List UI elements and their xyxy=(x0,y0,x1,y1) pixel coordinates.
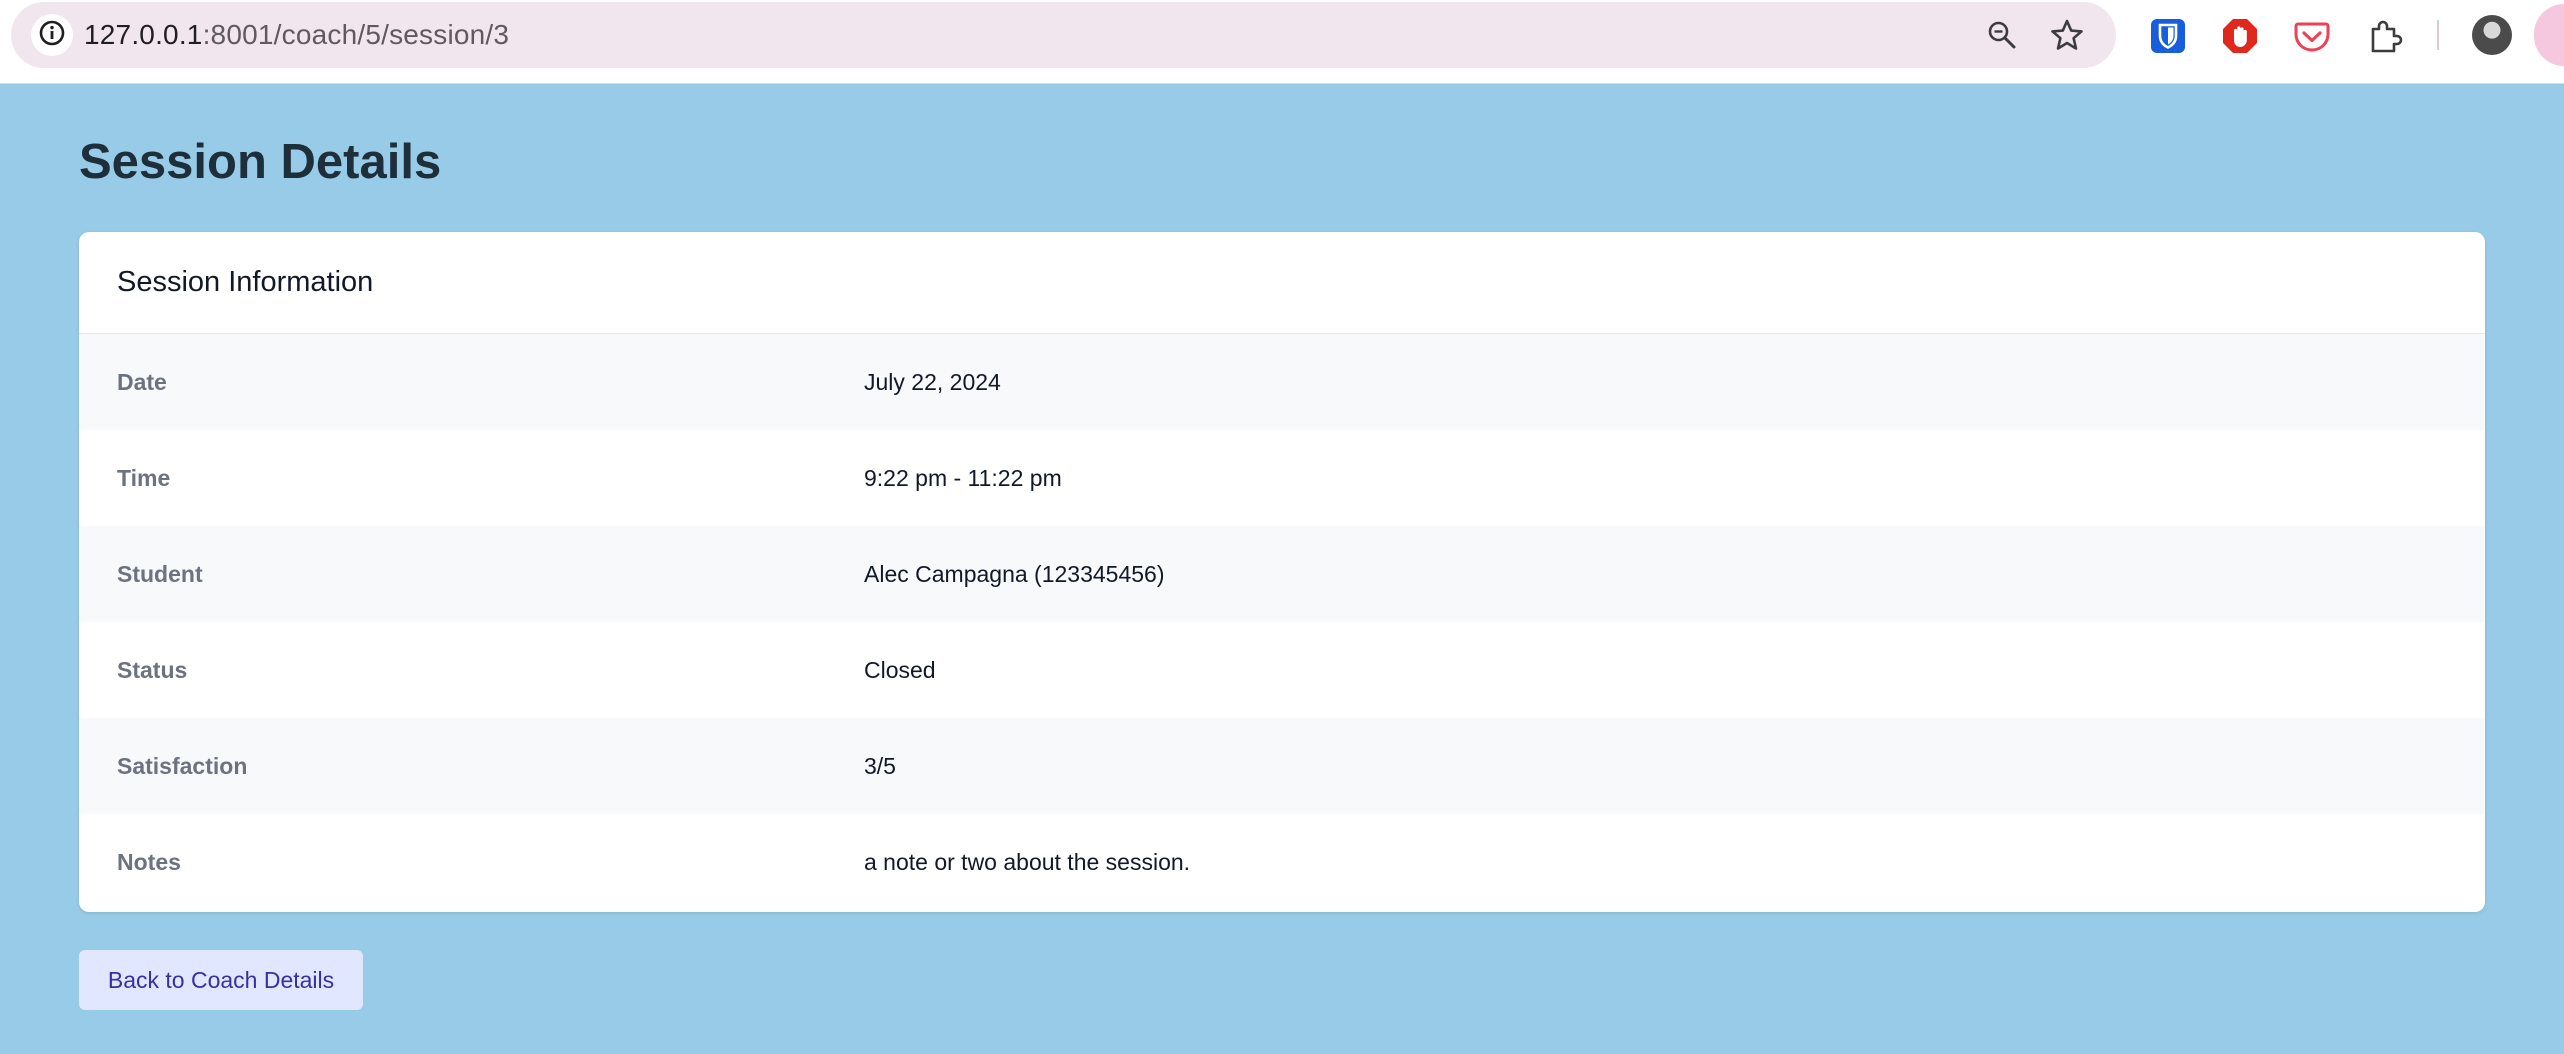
profile-pill[interactable] xyxy=(2534,4,2564,66)
zoom-icon[interactable] xyxy=(1984,17,2020,53)
page-title: Session Details xyxy=(79,135,442,189)
detail-label: Notes xyxy=(117,848,181,875)
detail-label: Student xyxy=(117,560,203,587)
detail-row-time: Time 9:22 pm - 11:22 pm xyxy=(79,430,2485,526)
info-icon xyxy=(38,19,66,52)
browser-toolbar: 127.0.0.1:8001/coach/5/session/3 xyxy=(0,0,2564,84)
detail-row-student: Student Alec Campagna (123345456) xyxy=(79,526,2485,622)
detail-row-date: Date July 22, 2024 xyxy=(79,334,2485,430)
detail-row-status: Status Closed xyxy=(79,622,2485,718)
card-title: Session Information xyxy=(117,266,374,298)
detail-label: Status xyxy=(117,656,188,683)
address-bar[interactable]: 127.0.0.1:8001/coach/5/session/3 xyxy=(11,2,2116,68)
detail-label: Time xyxy=(117,464,171,491)
detail-value: July 22, 2024 xyxy=(864,368,1001,395)
card-header: Session Information xyxy=(79,232,2485,334)
detail-value: Closed xyxy=(864,656,936,683)
back-to-coach-button[interactable]: Back to Coach Details xyxy=(79,950,363,1010)
url-path: :8001/coach/5/session/3 xyxy=(202,19,510,50)
page-content: Session Details Session Information Date… xyxy=(0,84,2564,1054)
avatar[interactable] xyxy=(2472,15,2512,55)
detail-value: Alec Campagna (123345456) xyxy=(864,560,1165,587)
adblock-icon[interactable] xyxy=(2220,16,2260,56)
star-icon[interactable] xyxy=(2049,17,2085,53)
detail-label: Date xyxy=(117,368,167,395)
url-text[interactable]: 127.0.0.1:8001/coach/5/session/3 xyxy=(84,2,509,68)
detail-value: a note or two about the session. xyxy=(864,848,1191,875)
detail-value: 9:22 pm - 11:22 pm xyxy=(864,464,1062,491)
detail-label: Satisfaction xyxy=(117,752,248,779)
toolbar-divider xyxy=(2437,20,2439,50)
detail-row-notes: Notes a note or two about the session. xyxy=(79,814,2485,910)
detail-row-satisfaction: Satisfaction 3/5 xyxy=(79,718,2485,814)
site-info-button[interactable] xyxy=(31,14,73,56)
detail-value: 3/5 xyxy=(864,752,896,779)
session-info-card: Session Information Date July 22, 2024 T… xyxy=(79,232,2485,912)
url-host: 127.0.0.1 xyxy=(84,19,203,50)
extensions-icon[interactable] xyxy=(2365,16,2405,56)
bitwarden-icon[interactable] xyxy=(2148,16,2188,56)
pocket-icon[interactable] xyxy=(2292,16,2332,56)
